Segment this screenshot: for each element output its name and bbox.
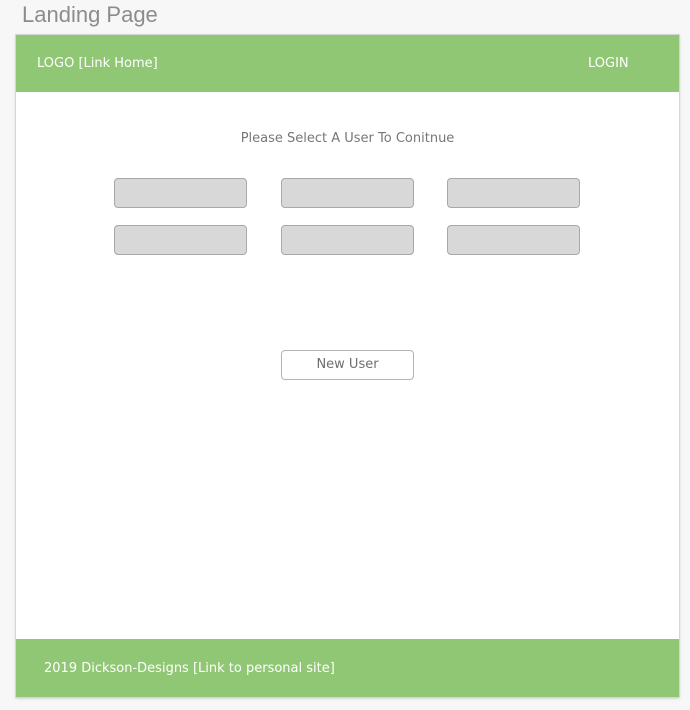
header-bar: LOGO [Link Home] LOGIN — [16, 35, 679, 92]
new-user-button[interactable]: New User — [281, 350, 414, 380]
user-select-button[interactable] — [114, 178, 247, 208]
user-select-button[interactable] — [114, 225, 247, 255]
login-link[interactable]: LOGIN — [588, 55, 629, 72]
page-title: Landing Page — [22, 2, 158, 27]
user-select-button[interactable] — [281, 225, 414, 255]
wireframe-page: LOGO [Link Home] LOGIN Please Select A U… — [16, 35, 679, 697]
select-user-prompt: Please Select A User To Conitnue — [240, 131, 455, 146]
logo-home-link[interactable]: LOGO [Link Home] — [37, 55, 158, 72]
personal-site-link[interactable]: 2019 Dickson-Designs [Link to personal s… — [44, 660, 335, 677]
footer-bar: 2019 Dickson-Designs [Link to personal s… — [16, 639, 679, 697]
user-select-button[interactable] — [447, 178, 580, 208]
user-select-button[interactable] — [447, 225, 580, 255]
user-select-button[interactable] — [281, 178, 414, 208]
